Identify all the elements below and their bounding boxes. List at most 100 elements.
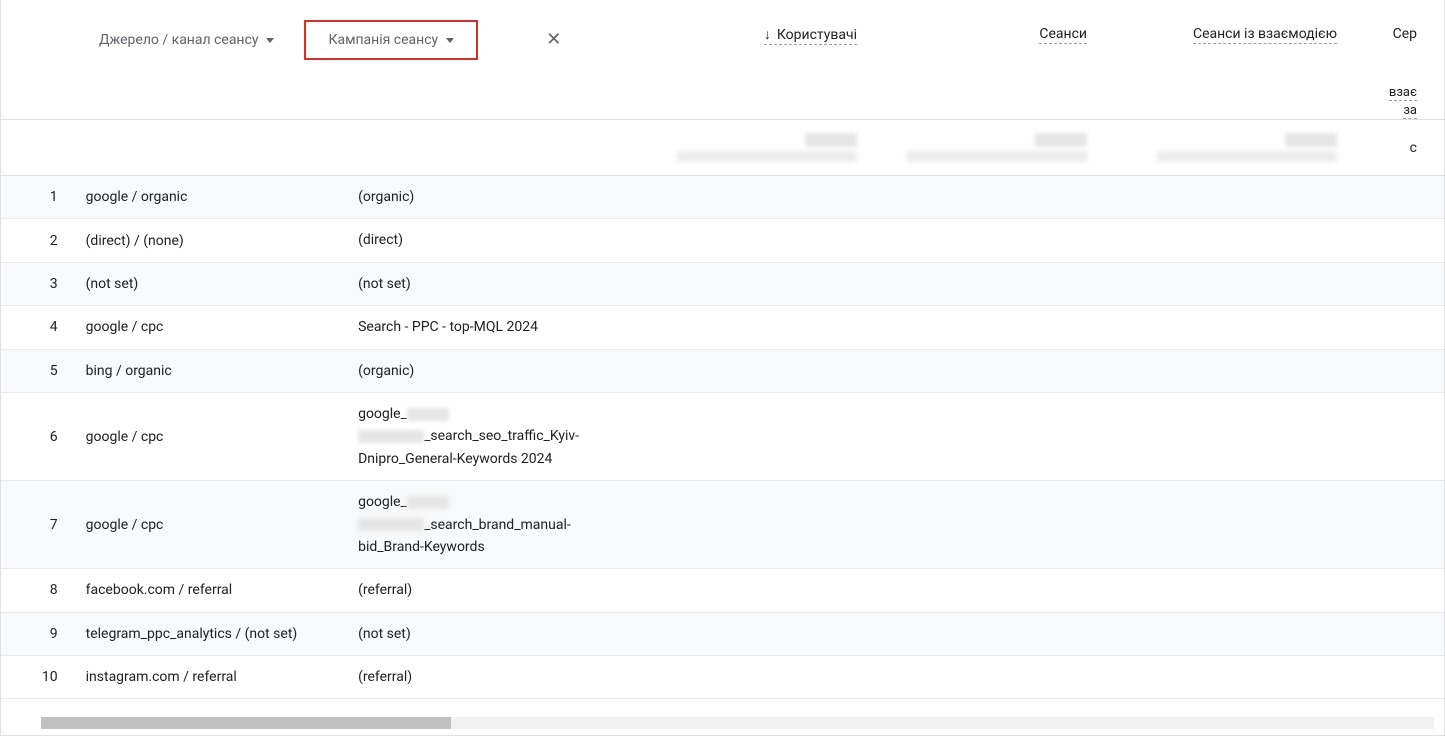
metric-header-engaged[interactable]: Сеанси із взаємодією (1193, 26, 1337, 44)
metric-cell (879, 349, 1111, 392)
campaign-cell[interactable]: google__search_seo_traffic_Kyiv-Dnipro_G… (344, 392, 647, 480)
metric-header-partial-sub2: за (1403, 103, 1417, 119)
metric-cell (879, 569, 1111, 612)
row-index: 7 (1, 481, 72, 569)
row-index: 3 (1, 262, 72, 305)
metric-cell (879, 656, 1111, 699)
metric-cell (1111, 176, 1363, 219)
metric-cell (879, 176, 1111, 219)
redacted-value (1157, 151, 1337, 162)
redacted-value (407, 408, 449, 421)
metric-cell (647, 219, 879, 262)
row-index: 8 (1, 569, 72, 612)
metric-cell (879, 481, 1111, 569)
campaign-cell[interactable]: (organic) (344, 176, 647, 219)
remove-dimension-button[interactable]: ✕ (546, 31, 561, 49)
metric-cell (1111, 349, 1363, 392)
metric-cell (879, 219, 1111, 262)
source-medium-cell[interactable]: facebook.com / referral (72, 569, 344, 612)
table-row[interactable]: 8facebook.com / referral(referral) (1, 569, 1444, 612)
summary-row: с (1, 120, 1444, 176)
campaign-cell[interactable]: (referral) (344, 656, 647, 699)
secondary-dimension-dropdown[interactable]: Кампанія сеансу (304, 20, 478, 60)
metric-cell (1363, 176, 1444, 219)
campaign-cell[interactable]: (not set) (344, 262, 647, 305)
source-medium-cell[interactable]: google / cpc (72, 392, 344, 480)
summary-last: с (1351, 127, 1431, 168)
summary-last-char: с (1410, 140, 1417, 156)
table-row[interactable]: 9telegram_ppc_analytics / (not set)(not … (1, 612, 1444, 655)
summary-users (641, 127, 871, 168)
source-medium-cell[interactable]: google / organic (72, 176, 344, 219)
row-index: 9 (1, 612, 72, 655)
table-row[interactable]: 3(not set)(not set) (1, 262, 1444, 305)
metric-cell (647, 306, 879, 349)
redacted-value (907, 151, 1087, 162)
row-index: 10 (1, 656, 72, 699)
table-row[interactable]: 10instagram.com / referral(referral) (1, 656, 1444, 699)
metric-cell (1111, 262, 1363, 305)
row-index: 1 (1, 176, 72, 219)
table-row[interactable]: 7google / cpcgoogle__search_brand_manual… (1, 481, 1444, 569)
campaign-cell[interactable]: (direct) (344, 219, 647, 262)
dimension-controls: Джерело / канал сеансу Кампанія сеансу ✕ (1, 8, 641, 60)
metric-cell (647, 262, 879, 305)
campaign-cell[interactable]: (organic) (344, 349, 647, 392)
metric-cell (879, 262, 1111, 305)
source-medium-cell[interactable]: telegram_ppc_analytics / (not set) (72, 612, 344, 655)
caret-down-icon (266, 38, 274, 43)
table-row[interactable]: 2(direct) / (none)(direct) (1, 219, 1444, 262)
metric-cell (1363, 481, 1444, 569)
campaign-cell[interactable]: google__search_brand_manual-bid_Brand-Ke… (344, 481, 647, 569)
scrollbar-thumb[interactable] (41, 717, 451, 729)
table-row[interactable]: 4google / cpcSearch - PPC - top-MQL 2024 (1, 306, 1444, 349)
metric-cell (647, 176, 879, 219)
metric-header-sessions[interactable]: Сеанси (1039, 26, 1087, 44)
source-medium-cell[interactable]: instagram.com / referral (72, 656, 344, 699)
source-medium-cell[interactable]: bing / organic (72, 349, 344, 392)
table-row[interactable]: 1google / organic(organic) (1, 176, 1444, 219)
metric-cell (1363, 392, 1444, 480)
row-index: 5 (1, 349, 72, 392)
campaign-prefix: google_ (358, 494, 407, 510)
metric-cell (1363, 612, 1444, 655)
metric-col-users: ↓ Користувачі (641, 26, 871, 45)
row-index: 4 (1, 306, 72, 349)
metric-cell (1363, 656, 1444, 699)
redacted-value (1035, 133, 1087, 147)
campaign-prefix: google_ (358, 406, 407, 422)
metric-header-partial[interactable]: Сер (1393, 26, 1417, 43)
metric-cell (647, 481, 879, 569)
redacted-value (1285, 133, 1337, 147)
table-row[interactable]: 5bing / organic(organic) (1, 349, 1444, 392)
metric-headers: ↓ Користувачі Сеанси Сеанси із взаємодіє… (641, 8, 1444, 119)
redacted-value (358, 518, 424, 531)
metric-header-users[interactable]: ↓ Користувачі (764, 26, 857, 45)
report-table: Джерело / канал сеансу Кампанія сеансу ✕… (0, 0, 1445, 736)
sort-desc-icon: ↓ (764, 26, 771, 43)
caret-down-icon (446, 38, 454, 43)
horizontal-scrollbar[interactable] (41, 717, 1434, 729)
metric-cell (1363, 569, 1444, 612)
redacted-value (407, 496, 449, 509)
source-medium-cell[interactable]: (direct) / (none) (72, 219, 344, 262)
metric-cell (1111, 612, 1363, 655)
metric-cell (1363, 219, 1444, 262)
metric-cell (647, 569, 879, 612)
metric-cell (879, 392, 1111, 480)
campaign-cell[interactable]: (not set) (344, 612, 647, 655)
metric-cell (1111, 392, 1363, 480)
campaign-cell[interactable]: Search - PPC - top-MQL 2024 (344, 306, 647, 349)
primary-dimension-dropdown[interactable]: Джерело / канал сеансу (91, 26, 282, 54)
metric-cell (1111, 306, 1363, 349)
metric-cell (879, 306, 1111, 349)
summary-engaged (1101, 127, 1351, 168)
metric-col-avg: Сер взає за (1351, 26, 1431, 119)
campaign-cell[interactable]: (referral) (344, 569, 647, 612)
source-medium-cell[interactable]: google / cpc (72, 306, 344, 349)
table-row[interactable]: 6google / cpcgoogle__search_seo_traffic_… (1, 392, 1444, 480)
secondary-dimension-label: Кампанія сеансу (328, 32, 438, 48)
source-medium-cell[interactable]: (not set) (72, 262, 344, 305)
metric-cell (1363, 306, 1444, 349)
source-medium-cell[interactable]: google / cpc (72, 481, 344, 569)
